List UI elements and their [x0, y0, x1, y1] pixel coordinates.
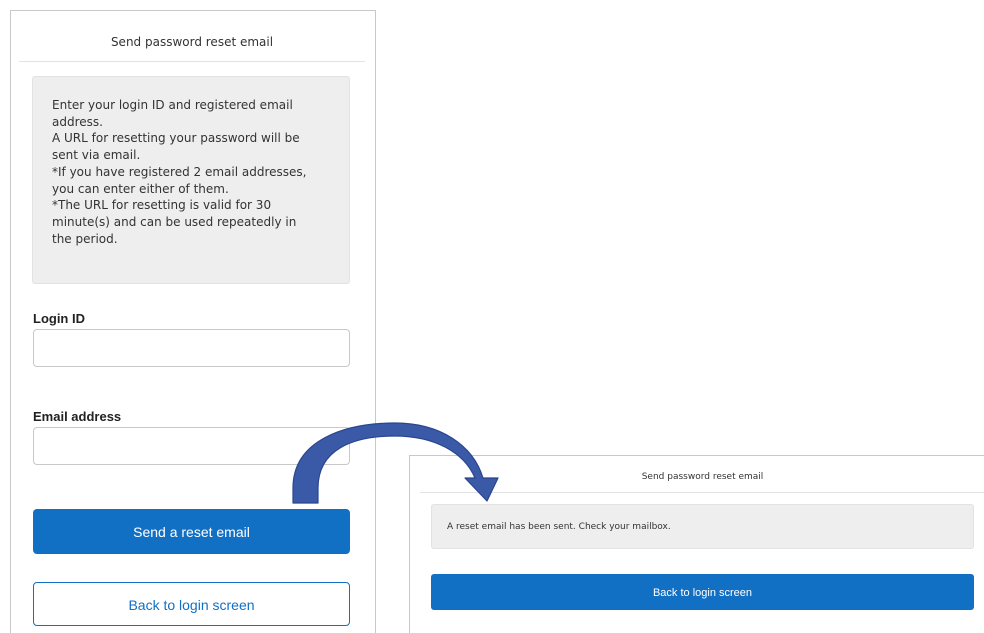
- reset-sent-panel: Send password reset email A reset email …: [409, 455, 984, 633]
- instructions-line: minute(s) and can be used repeatedly in: [52, 214, 297, 229]
- instructions-line: Enter your login ID and registered email: [52, 98, 293, 112]
- stage: Send password reset email Enter your log…: [0, 0, 984, 633]
- instructions-box: Enter your login ID and registered email…: [32, 76, 350, 284]
- reset-request-panel: Send password reset email Enter your log…: [10, 10, 376, 633]
- instructions-line: sent via email.: [52, 148, 141, 163]
- back-to-login-button[interactable]: Back to login screen: [431, 574, 974, 610]
- instructions-line: address.: [52, 114, 103, 129]
- instructions-line: *The URL for resetting is valid for 30: [52, 198, 272, 213]
- instructions-line: *If you have registered 2 email addresse…: [52, 164, 307, 179]
- instructions-line: the period.: [52, 231, 118, 246]
- login-id-label: Login ID: [33, 311, 85, 326]
- instructions-line: A URL for resetting your password will b…: [52, 131, 300, 146]
- reset-sent-message: A reset email has been sent. Check your …: [431, 504, 974, 549]
- login-id-input[interactable]: [33, 329, 350, 367]
- send-reset-email-button[interactable]: Send a reset email: [33, 509, 350, 554]
- instructions-line: you can enter either of them.: [52, 181, 229, 196]
- panel-title: Send password reset email: [19, 11, 365, 62]
- back-to-login-button[interactable]: Back to login screen: [33, 582, 350, 626]
- email-address-label: Email address: [33, 409, 122, 424]
- panel-title: Send password reset email: [420, 456, 984, 493]
- email-address-input[interactable]: [33, 427, 350, 465]
